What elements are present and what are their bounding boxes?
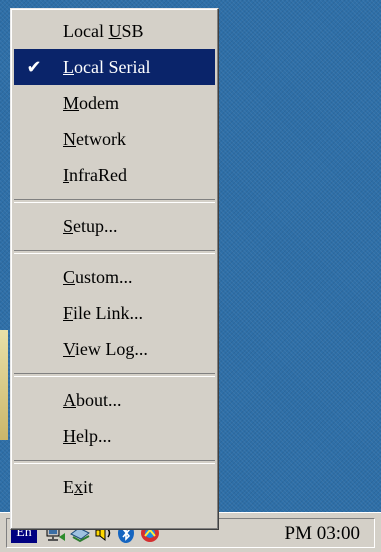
menu-separator (14, 373, 215, 377)
menu-item-help[interactable]: Help... (14, 418, 215, 454)
menu-item-label: Network (63, 129, 126, 149)
menu-item-label: File Link... (63, 303, 144, 323)
checkmark-icon: ✔ (26, 57, 42, 77)
menu-item-label: Local Serial (63, 57, 151, 77)
menu-item-label: Modem (63, 93, 120, 113)
menu-item-view-log[interactable]: View Log... (14, 331, 215, 367)
menu-separator (14, 460, 215, 464)
menu-item-file-link[interactable]: File Link... (14, 295, 215, 331)
desktop-window-edge (0, 330, 8, 440)
menu-item-label: Custom... (63, 267, 133, 287)
menu-item-label: Help... (63, 426, 112, 446)
menu-item-infrared[interactable]: InfraRed (14, 157, 215, 193)
menu-item-custom[interactable]: Custom... (14, 259, 215, 295)
clock[interactable]: PM 03:00 (285, 522, 361, 546)
menu-item-network[interactable]: Network (14, 121, 215, 157)
tray-context-menu: Local USB ✔ Local Serial Modem Network I… (10, 8, 219, 530)
menu-item-label: About... (63, 390, 122, 410)
menu-item-label: Exit (63, 477, 94, 497)
menu-item-label: Local USB (63, 21, 144, 41)
menu-item-label: Setup... (63, 216, 118, 236)
menu-item-local-serial[interactable]: ✔ Local Serial (14, 49, 215, 85)
menu-item-setup[interactable]: Setup... (14, 208, 215, 244)
menu-item-about[interactable]: About... (14, 382, 215, 418)
menu-item-label: View Log... (63, 339, 148, 359)
menu-separator (14, 199, 215, 203)
menu-separator (14, 250, 215, 254)
menu-item-exit[interactable]: Exit (14, 469, 215, 505)
menu-item-label: InfraRed (63, 165, 127, 185)
menu-item-modem[interactable]: Modem (14, 85, 215, 121)
menu-item-local-usb[interactable]: Local USB (14, 13, 215, 49)
